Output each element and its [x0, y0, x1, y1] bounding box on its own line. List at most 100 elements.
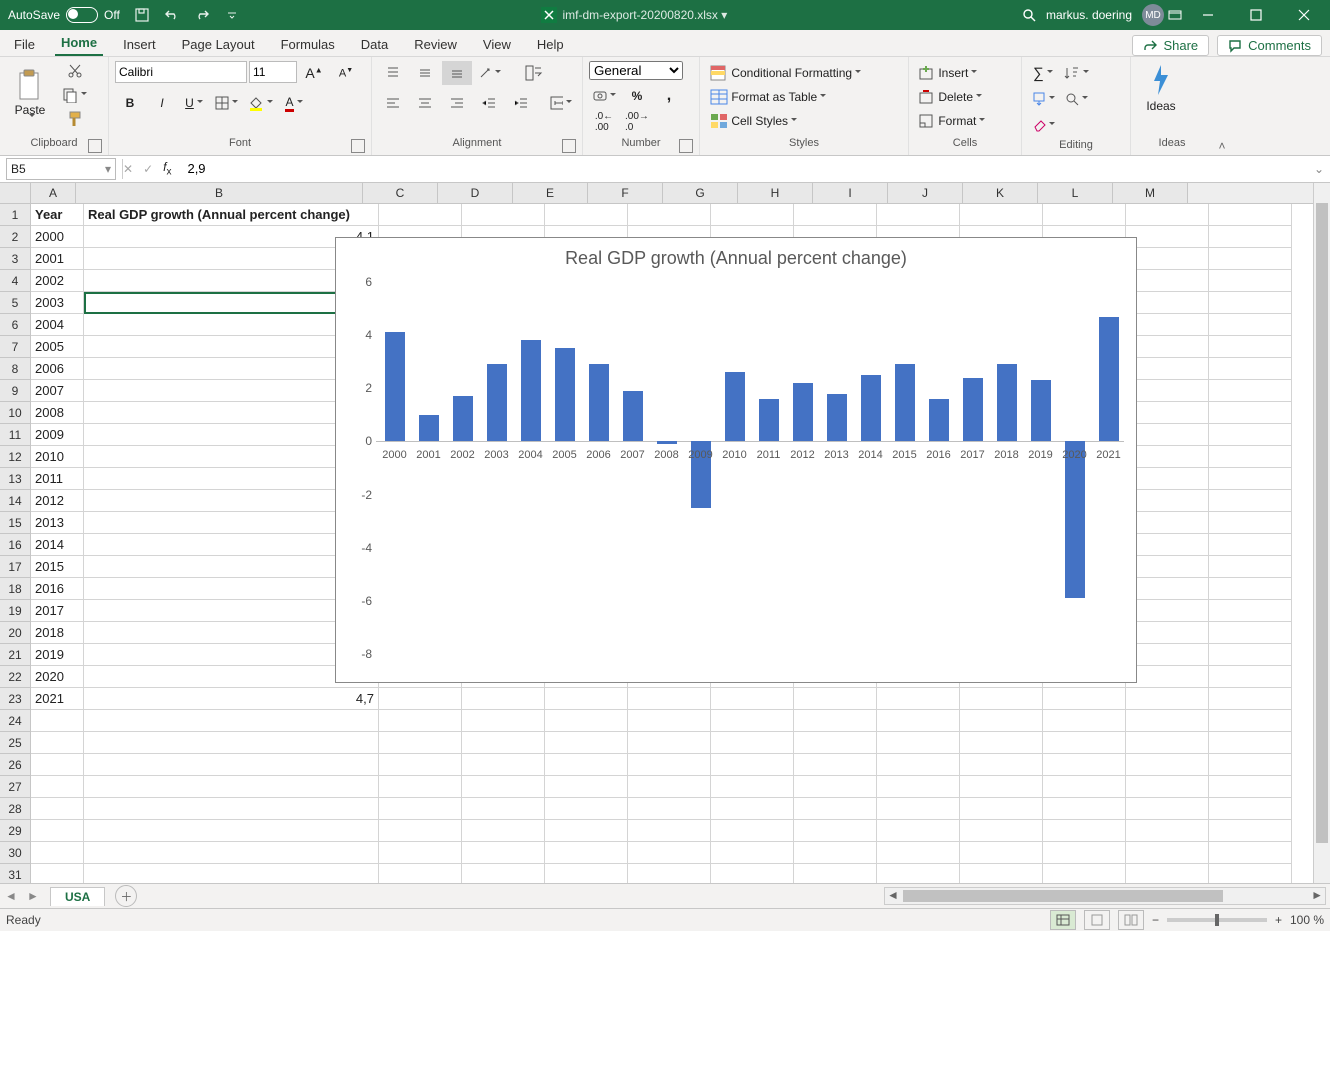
- cell[interactable]: [877, 754, 960, 776]
- cell[interactable]: [462, 864, 545, 883]
- cell[interactable]: [960, 688, 1043, 710]
- cell[interactable]: [84, 864, 379, 883]
- cell[interactable]: [628, 204, 711, 226]
- row-header[interactable]: 23: [0, 688, 31, 710]
- align-top-button[interactable]: [378, 61, 408, 85]
- cell[interactable]: [1126, 754, 1209, 776]
- row-header[interactable]: 2: [0, 226, 31, 248]
- align-center-button[interactable]: [410, 91, 440, 115]
- cell[interactable]: [1126, 446, 1209, 468]
- row-header[interactable]: 29: [0, 820, 31, 842]
- cell[interactable]: [960, 798, 1043, 820]
- conditional-formatting-button[interactable]: Conditional Formatting: [706, 61, 894, 85]
- copy-button[interactable]: [58, 83, 91, 107]
- col-header[interactable]: A: [31, 183, 76, 203]
- cell[interactable]: 2001: [31, 248, 84, 270]
- percent-button[interactable]: %: [622, 84, 652, 108]
- cell[interactable]: [545, 842, 628, 864]
- cell[interactable]: [628, 710, 711, 732]
- cell[interactable]: 2003: [31, 292, 84, 314]
- cell[interactable]: [711, 820, 794, 842]
- ideas-button[interactable]: Ideas: [1137, 59, 1185, 117]
- cell[interactable]: [1126, 358, 1209, 380]
- cell[interactable]: [1043, 864, 1126, 883]
- col-header[interactable]: C: [363, 183, 438, 203]
- cell[interactable]: [545, 820, 628, 842]
- tab-scroll-left-icon[interactable]: ◄: [0, 889, 22, 903]
- dialog-launcher-icon[interactable]: [562, 139, 576, 153]
- cell[interactable]: 2012: [31, 490, 84, 512]
- cell[interactable]: [877, 820, 960, 842]
- cell[interactable]: [84, 776, 379, 798]
- cell[interactable]: [794, 204, 877, 226]
- cell[interactable]: [31, 864, 84, 883]
- cell[interactable]: [1126, 424, 1209, 446]
- cell[interactable]: [711, 842, 794, 864]
- cell[interactable]: 2009: [31, 424, 84, 446]
- row-header[interactable]: 16: [0, 534, 31, 556]
- tab-scroll-right-icon[interactable]: ►: [22, 889, 44, 903]
- autosum-button[interactable]: ∑: [1028, 61, 1058, 85]
- row-header[interactable]: 17: [0, 556, 31, 578]
- col-header[interactable]: F: [588, 183, 663, 203]
- cell[interactable]: 2017: [31, 600, 84, 622]
- cell[interactable]: [1126, 534, 1209, 556]
- cell[interactable]: [794, 776, 877, 798]
- new-sheet-button[interactable]: ＋: [115, 885, 137, 907]
- cell[interactable]: [1043, 754, 1126, 776]
- enter-formula-icon[interactable]: ✓: [143, 162, 153, 176]
- cell[interactable]: [31, 798, 84, 820]
- comma-button[interactable]: ,: [654, 84, 684, 108]
- cell[interactable]: [1126, 270, 1209, 292]
- cell[interactable]: [1126, 666, 1209, 688]
- cell[interactable]: 2010: [31, 446, 84, 468]
- cell[interactable]: [1209, 644, 1292, 666]
- paste-button[interactable]: Paste: [6, 65, 54, 125]
- cell[interactable]: [1043, 710, 1126, 732]
- cell[interactable]: 2019: [31, 644, 84, 666]
- cell[interactable]: [1209, 688, 1292, 710]
- row-header[interactable]: 12: [0, 446, 31, 468]
- cell[interactable]: [1209, 248, 1292, 270]
- cell[interactable]: [31, 710, 84, 732]
- cell[interactable]: [711, 776, 794, 798]
- row-header[interactable]: 9: [0, 380, 31, 402]
- cell[interactable]: [31, 842, 84, 864]
- cell[interactable]: [628, 732, 711, 754]
- zoom-level[interactable]: 100 %: [1290, 913, 1324, 927]
- worksheet[interactable]: A B C D E F G H I J K L M 1YearReal GDP …: [0, 183, 1330, 883]
- cell[interactable]: [1126, 380, 1209, 402]
- cell[interactable]: [628, 776, 711, 798]
- wrap-text-button[interactable]: [519, 61, 549, 85]
- share-button[interactable]: Share: [1132, 35, 1209, 56]
- cell[interactable]: [960, 864, 1043, 883]
- cell[interactable]: [545, 754, 628, 776]
- cell[interactable]: [1209, 842, 1292, 864]
- cell[interactable]: [1126, 776, 1209, 798]
- cell[interactable]: [462, 842, 545, 864]
- cell[interactable]: [1126, 248, 1209, 270]
- cell[interactable]: [877, 688, 960, 710]
- cell[interactable]: [711, 688, 794, 710]
- cell[interactable]: [31, 754, 84, 776]
- row-header[interactable]: 7: [0, 336, 31, 358]
- cell[interactable]: [628, 798, 711, 820]
- cell[interactable]: [1209, 512, 1292, 534]
- cell[interactable]: [1043, 820, 1126, 842]
- cell[interactable]: [628, 754, 711, 776]
- accounting-format-button[interactable]: [589, 84, 620, 108]
- row-header[interactable]: 30: [0, 842, 31, 864]
- dialog-launcher-icon[interactable]: [679, 139, 693, 153]
- cell[interactable]: [628, 864, 711, 883]
- row-header[interactable]: 10: [0, 402, 31, 424]
- cell[interactable]: [628, 688, 711, 710]
- cell[interactable]: [379, 688, 462, 710]
- cell[interactable]: [711, 864, 794, 883]
- page-break-view-button[interactable]: [1118, 910, 1144, 930]
- col-header[interactable]: G: [663, 183, 738, 203]
- cell[interactable]: [84, 842, 379, 864]
- format-cells-button[interactable]: Format: [915, 109, 1011, 133]
- tab-home[interactable]: Home: [55, 31, 103, 56]
- cell[interactable]: [545, 864, 628, 883]
- col-header[interactable]: D: [438, 183, 513, 203]
